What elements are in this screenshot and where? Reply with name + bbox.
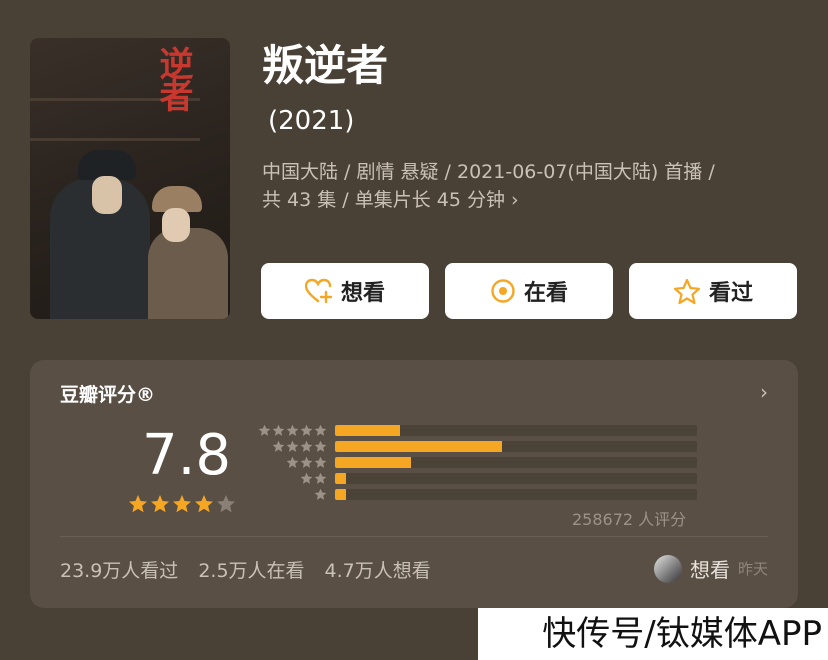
release-year: (2021) [268,106,355,136]
rating-bar-fill [335,425,401,436]
friend-action: 想看 [689,558,730,582]
star-filled-icon [194,494,214,518]
poster-image[interactable]: 逆者 [30,38,230,319]
page-title: 叛逆者 [262,41,389,90]
rating-row-2-star [255,472,697,486]
button-label: 看过 [708,281,753,306]
rating-distribution [255,424,725,564]
friend-time: 昨天 [737,560,768,578]
mini-stars [255,486,327,505]
rating-count: 258672 人评分 [572,510,687,529]
meta-line: 中国大陆 / 剧情 悬疑 / 2021-06-07(中国大陆) 首播 / [262,161,715,183]
rating-row-4-star [255,440,697,454]
heart-plus-icon [304,278,333,304]
button-label: 想看 [340,281,385,306]
divider [60,536,768,537]
watching-count[interactable]: 2.5万人在看 [198,556,304,583]
rating-stars [128,494,236,518]
star-empty-icon [216,494,236,518]
star-icon [314,486,327,505]
watermark: 快传号/钛媒体APP [478,608,828,660]
meta-line-2: 共 43 集 / 单集片长 45 分钟 › [262,186,802,214]
rating-row-3-star [255,456,697,470]
rating-bar-fill [335,489,346,500]
audience-stats: 23.9万人看过 2.5万人在看 4.7万人想看 [60,556,431,583]
star-filled-icon [172,494,192,518]
rating-bar-track [335,425,697,436]
poster-face [162,208,190,242]
button-label: 在看 [523,281,568,306]
rating-bar-track [335,473,697,484]
rating-score: 7.8 [142,423,232,488]
friend-activity[interactable]: 想看 昨天 [653,554,768,583]
rating-card[interactable]: 豆瓣评分® › 7.8 258672 人评分 23.9万人看过 2.5万人在看 … [30,360,798,608]
rating-bar-track [335,457,697,468]
want-to-watch-button[interactable]: 想看 [261,263,429,319]
poster-title: 逆者 [153,46,193,110]
star-outline-icon [673,278,701,305]
rating-header: 豆瓣评分® [60,384,156,406]
rating-bar-fill [335,441,502,452]
target-icon [490,278,516,304]
chevron-right-icon[interactable]: › [760,380,768,404]
watched-count[interactable]: 23.9万人看过 [60,556,178,583]
watched-button[interactable]: 看过 [629,263,797,319]
star-filled-icon [128,494,148,518]
rating-row-1-star [255,486,697,505]
rating-row-5-star [255,424,697,438]
chevron-right-icon: › [511,189,519,211]
star-filled-icon [150,494,170,518]
rating-bar-fill [335,457,412,468]
watching-button[interactable]: 在看 [445,263,613,319]
want-count[interactable]: 4.7万人想看 [325,556,431,583]
meta-line-text: 共 43 集 / 单集片长 45 分钟 [262,189,505,211]
show-meta[interactable]: 中国大陆 / 剧情 悬疑 / 2021-06-07(中国大陆) 首播 / 共 4… [262,158,802,214]
poster-face [92,176,122,214]
rating-bar-track [335,441,697,452]
avatar[interactable] [653,554,682,583]
poster-figure [148,228,228,319]
rating-bar-fill [335,473,346,484]
rating-bar-track [335,489,697,500]
poster-shelf [30,138,200,141]
